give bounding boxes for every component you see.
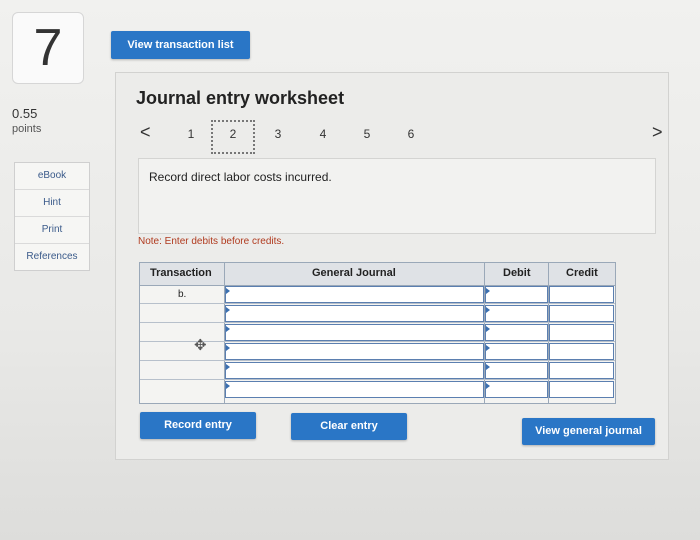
- dropdown-arrow-icon: [226, 307, 230, 313]
- account-select[interactable]: [225, 286, 484, 303]
- debit-input[interactable]: [485, 381, 548, 398]
- row-divider: [140, 341, 615, 342]
- account-select[interactable]: [225, 381, 484, 398]
- dropdown-arrow-icon: [226, 288, 230, 294]
- worksheet-pager: < 1 2 3 4 5 6 >: [0, 120, 700, 154]
- view-general-journal-button[interactable]: View general journal: [522, 418, 655, 445]
- page-3-tab[interactable]: 3: [271, 127, 285, 141]
- sidebar-item-hint[interactable]: Hint: [15, 190, 89, 217]
- worksheet-title: Journal entry worksheet: [136, 88, 345, 108]
- mouse-cursor-icon: ✥: [194, 337, 207, 354]
- journal-entry-table: Transaction General Journal Debit Credit…: [139, 262, 616, 404]
- cell-marker-icon: [486, 364, 490, 370]
- debit-input[interactable]: [485, 305, 548, 322]
- cell-marker-icon: [486, 307, 490, 313]
- dropdown-arrow-icon: [226, 345, 230, 351]
- header-credit: Credit: [566, 267, 598, 279]
- question-number: 7: [33, 19, 63, 77]
- account-select[interactable]: [225, 305, 484, 322]
- question-number-box: 7: [12, 12, 84, 84]
- debit-input[interactable]: [485, 362, 548, 379]
- dropdown-arrow-icon: [226, 326, 230, 332]
- account-select[interactable]: [225, 343, 484, 360]
- debit-input[interactable]: [485, 324, 548, 341]
- credit-input[interactable]: [549, 381, 614, 398]
- row-divider: [140, 322, 615, 323]
- row-divider: [140, 303, 615, 304]
- page-6-tab[interactable]: 6: [404, 127, 418, 141]
- page-4-tab[interactable]: 4: [316, 127, 330, 141]
- cell-marker-icon: [486, 288, 490, 294]
- header-general-journal: General Journal: [312, 267, 396, 279]
- next-page-icon[interactable]: >: [652, 122, 663, 143]
- account-select[interactable]: [225, 362, 484, 379]
- view-transaction-list-button[interactable]: View transaction list: [111, 31, 250, 59]
- sidebar-item-print[interactable]: Print: [15, 217, 89, 244]
- points-value: 0.55: [12, 106, 38, 121]
- debit-input[interactable]: [485, 286, 548, 303]
- cell-marker-icon: [486, 345, 490, 351]
- credit-input[interactable]: [549, 324, 614, 341]
- debit-input[interactable]: [485, 343, 548, 360]
- row-divider: [140, 360, 615, 361]
- transaction-description-box: Record direct labor costs incurred.: [138, 158, 656, 234]
- record-entry-button[interactable]: Record entry: [140, 412, 256, 439]
- cell-marker-icon: [486, 383, 490, 389]
- clear-entry-button[interactable]: Clear entry: [291, 413, 407, 440]
- sidebar-item-ebook[interactable]: eBook: [15, 163, 89, 190]
- transaction-description: Record direct labor costs incurred.: [149, 170, 332, 184]
- page-5-tab[interactable]: 5: [360, 127, 374, 141]
- page-1-tab[interactable]: 1: [184, 127, 198, 141]
- dropdown-arrow-icon: [226, 383, 230, 389]
- account-select[interactable]: [225, 324, 484, 341]
- page-2-tab[interactable]: 2: [226, 127, 240, 141]
- credit-input[interactable]: [549, 362, 614, 379]
- credit-input[interactable]: [549, 286, 614, 303]
- header-debit: Debit: [503, 267, 531, 279]
- cell-marker-icon: [486, 326, 490, 332]
- credit-input[interactable]: [549, 343, 614, 360]
- credit-input[interactable]: [549, 305, 614, 322]
- dropdown-arrow-icon: [226, 364, 230, 370]
- transaction-label: b.: [178, 289, 187, 300]
- prev-page-icon[interactable]: <: [140, 122, 151, 143]
- row-divider: [140, 379, 615, 380]
- debit-credit-note: Note: Enter debits before credits.: [138, 236, 285, 247]
- header-transaction: Transaction: [150, 267, 212, 279]
- table-header: Transaction General Journal Debit Credit: [140, 263, 615, 286]
- sidebar-item-references[interactable]: References: [15, 244, 89, 270]
- sidebar-menu: eBook Hint Print References: [14, 162, 90, 271]
